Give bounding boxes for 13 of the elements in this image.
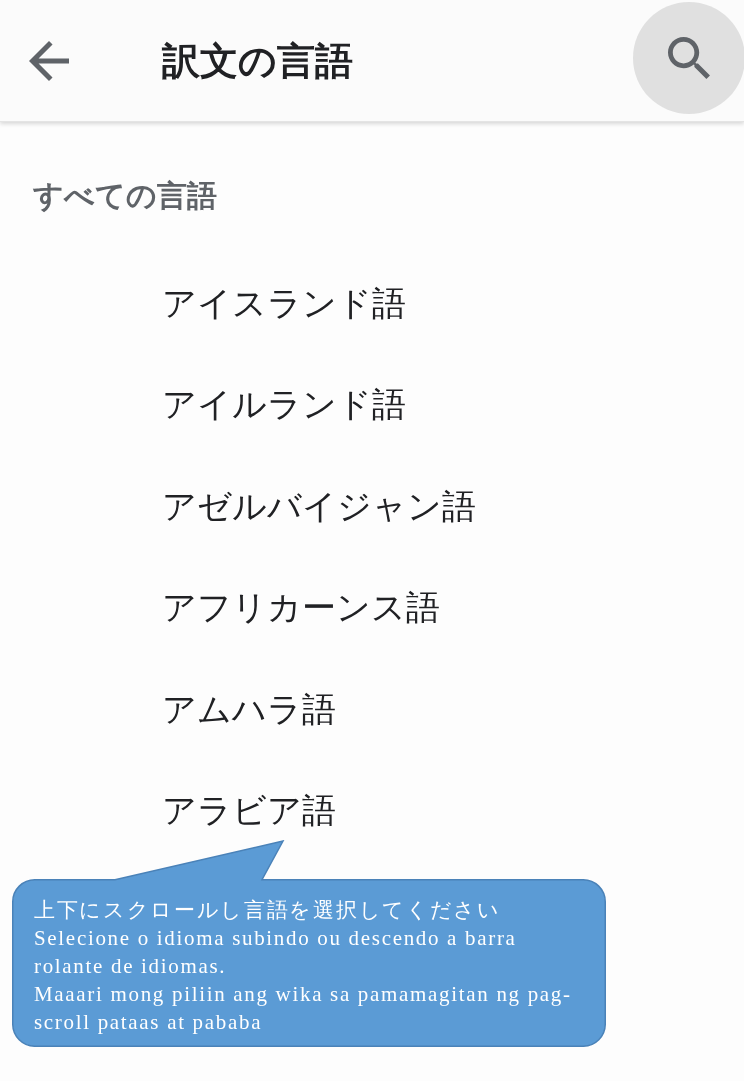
page-title: 訳文の言語 xyxy=(162,41,353,80)
section-title: すべての言語 xyxy=(33,178,218,214)
language-item[interactable]: アフリカーンス語 xyxy=(0,576,744,639)
search-icon xyxy=(668,36,710,79)
language-item[interactable]: アイルランド語 xyxy=(0,373,744,436)
language-item[interactable]: アムハラ語 xyxy=(0,678,744,741)
callout-text: Selecione o idioma subindo ou descendo a barra rolante de idiomas. xyxy=(34,925,518,980)
back-arrow-icon xyxy=(29,40,69,81)
language-item[interactable]: アイスランド語 xyxy=(0,272,744,334)
callout-text: Maaari mong piliin ang wika sa pamamagitan ng pag-scroll pataas at pababa xyxy=(34,981,573,1036)
callout-text: 上下にスクロールし言語を選択してください xyxy=(34,897,502,924)
language-item[interactable]: アゼルバイジャン語 xyxy=(0,475,744,538)
language-item[interactable]: アラビア語 xyxy=(0,779,744,842)
